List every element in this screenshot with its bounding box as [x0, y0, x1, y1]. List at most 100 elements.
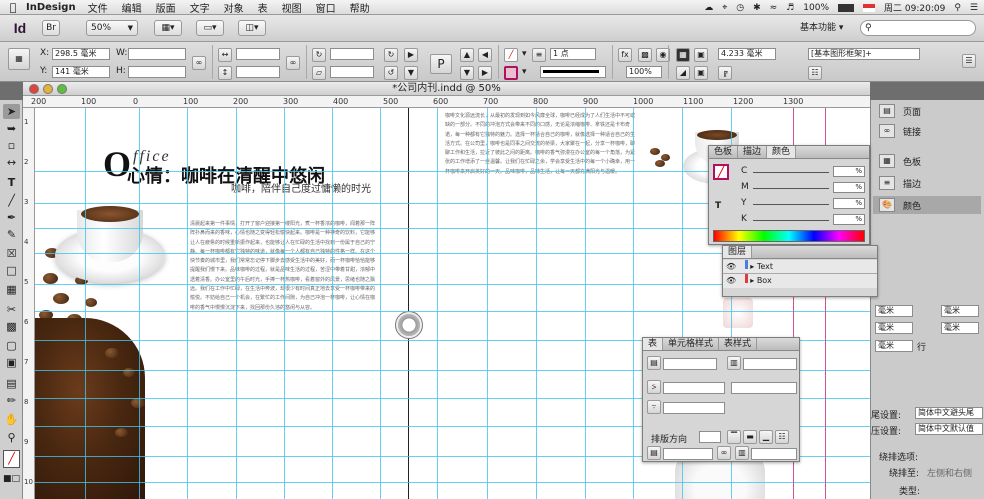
settings-select-1[interactable]: 简体中文避头尾 [915, 407, 983, 419]
selection-tool-icon[interactable]: ➤ [3, 104, 20, 119]
rotate-icon[interactable]: ↻ [312, 48, 326, 62]
stroke-type-select[interactable] [540, 66, 606, 78]
guide-line[interactable] [85, 108, 86, 499]
corner-options-icon[interactable]: ╔ [718, 66, 732, 80]
bridge-button[interactable]: Br [42, 20, 60, 36]
dock-item-pages[interactable]: ▤ 页面 [879, 104, 921, 118]
pct-m[interactable]: % [833, 182, 865, 193]
zoom-window-icon[interactable] [57, 84, 67, 94]
constrain-proportions-icon[interactable]: ∞ [192, 56, 206, 70]
type-tool-icon[interactable]: T [3, 175, 20, 190]
align-bottom-icon[interactable]: ▁ [759, 430, 773, 444]
row-height-select[interactable] [663, 382, 725, 394]
h-field[interactable] [128, 66, 186, 78]
close-icon[interactable] [29, 84, 39, 94]
apple-icon[interactable]:  [0, 1, 26, 14]
wrap-side-value[interactable]: 左侧和右侧 [927, 466, 972, 479]
chevron-right-icon[interactable]: ▸ [750, 262, 754, 271]
style-options-icon[interactable]: ☷ [808, 66, 822, 80]
fill-stroke-swatch[interactable]: ╱ [713, 164, 729, 180]
t-icon[interactable]: T [715, 201, 721, 211]
x-field[interactable]: 298.5 毫米 [52, 48, 110, 60]
body-text-right[interactable]: 咖啡文化源远流长，从最初的发现到如今风靡全球，咖啡已经成为了人们生活中不可或缺的… [445, 112, 635, 492]
w-field[interactable] [128, 48, 186, 60]
fill-stroke-icon[interactable]: ╱ [3, 450, 20, 468]
scale-y-icon[interactable]: ↕ [218, 66, 232, 80]
gap-tool-icon[interactable]: ↔ [3, 155, 20, 170]
dock-item-color[interactable]: 🎨 颜色 [873, 196, 981, 214]
pencil-tool-icon[interactable]: ✎ [3, 227, 20, 242]
creative-cloud-icon[interactable]: ☁ [704, 3, 713, 13]
tab-stroke[interactable]: 描边 [738, 146, 768, 158]
slider-k[interactable] [753, 220, 829, 221]
frame-style-select[interactable]: [基本图形框架]+ [808, 48, 920, 60]
flip-h-icon[interactable]: ▶ [404, 48, 418, 62]
layer-row-box[interactable]: 👁 ▸ Box [723, 274, 877, 288]
screen-mode-button[interactable]: ▭▾ [196, 20, 224, 36]
eye-icon[interactable]: 👁 [726, 276, 736, 285]
guide-line[interactable] [236, 108, 237, 499]
line-tool-icon[interactable]: ╱ [3, 193, 20, 208]
scale-y-field[interactable] [236, 66, 280, 78]
flag-icon[interactable] [863, 3, 876, 12]
guide-line[interactable] [35, 311, 870, 312]
direction-select[interactable] [699, 431, 721, 443]
table-tool-icon[interactable]: ▦ [3, 282, 20, 297]
bluetooth-icon[interactable]: ⌖ [722, 3, 727, 13]
align-top-icon[interactable]: ▔ [727, 430, 741, 444]
rotate-field[interactable] [330, 48, 374, 60]
reference-point-icon[interactable]: ▦ [8, 48, 30, 70]
eyedropper-icon[interactable]: ✏ [3, 393, 20, 408]
menu-file[interactable]: 文件 [88, 0, 108, 15]
shadow-icon[interactable]: ▩ [638, 48, 652, 62]
scissors-icon[interactable]: ✂ [3, 302, 20, 317]
workspace-switcher[interactable]: 基本功能 ▾ [800, 20, 843, 33]
arrange-documents-button[interactable]: ◫▾ [238, 20, 266, 36]
inset-link-icon[interactable]: ∞ [717, 446, 731, 460]
menu-view[interactable]: 视图 [282, 0, 302, 15]
guide-line[interactable] [585, 108, 586, 499]
wrap-bbox-icon[interactable]: ▣ [694, 48, 708, 62]
tab-cell-styles[interactable]: 单元格样式 [663, 338, 720, 350]
pct-k[interactable]: % [833, 214, 865, 225]
battery-icon[interactable] [838, 3, 855, 12]
view-options-button[interactable]: ▦▾ [154, 20, 182, 36]
tab-table[interactable]: 表 [643, 338, 664, 350]
columns-field[interactable] [743, 358, 797, 370]
chevron-down-icon[interactable]: ▾ [522, 67, 527, 77]
menu-type[interactable]: 文字 [190, 0, 210, 15]
pct-y[interactable]: % [833, 198, 865, 209]
tab-layers[interactable]: 图层 [723, 246, 753, 258]
guide-line[interactable] [437, 108, 438, 499]
select-container-icon[interactable]: ▲ [460, 48, 474, 62]
stroke-weight-field[interactable]: 1 点 [550, 48, 596, 60]
fill-swatch-icon[interactable]: ╱ [504, 48, 518, 62]
menu-table[interactable]: 表 [258, 0, 268, 15]
dimension-field[interactable]: 4.233 毫米 [718, 48, 776, 60]
right-field-5[interactable]: 毫米 [875, 340, 913, 352]
align-center-icon[interactable]: ▬ [743, 430, 757, 444]
dock-item-swatches[interactable]: ▦ 色板 [879, 154, 921, 168]
rotate-ccw-icon[interactable]: ↺ [384, 66, 398, 80]
guide-line[interactable] [284, 108, 285, 499]
guide-line[interactable] [139, 108, 140, 499]
rect-tool-icon[interactable]: □ [3, 263, 20, 278]
guide-line[interactable] [536, 108, 537, 499]
tab-table-styles[interactable]: 表样式 [719, 338, 758, 350]
body-text-left[interactable]: 清晨起来第一件事情，打开了窗户迎接第一缕阳光，煮一杯香浓的咖啡，闻着那一阵阵扑鼻… [190, 220, 375, 492]
guide-line[interactable] [187, 108, 188, 499]
hand-tool-icon[interactable]: ✋ [3, 412, 20, 427]
pasteboard-target[interactable] [395, 311, 423, 339]
stroke-swatch-icon[interactable] [504, 66, 518, 80]
guide-line[interactable] [332, 108, 333, 499]
guide-line[interactable] [487, 108, 488, 499]
layer-row-text[interactable]: 👁 ▸ Text [723, 260, 877, 274]
scale-x-field[interactable] [236, 48, 280, 60]
vertical-ruler[interactable]: 1 2 3 4 5 6 7 8 9 10 [23, 108, 35, 499]
clock-icon[interactable]: ◷ [736, 3, 744, 13]
spotlight-icon[interactable]: ⚲ [954, 3, 961, 13]
inset-right-field[interactable] [751, 448, 797, 460]
shear-icon[interactable]: ▱ [312, 66, 326, 80]
menu-object[interactable]: 对象 [224, 0, 244, 15]
volume-icon[interactable]: ♬ [786, 3, 794, 13]
